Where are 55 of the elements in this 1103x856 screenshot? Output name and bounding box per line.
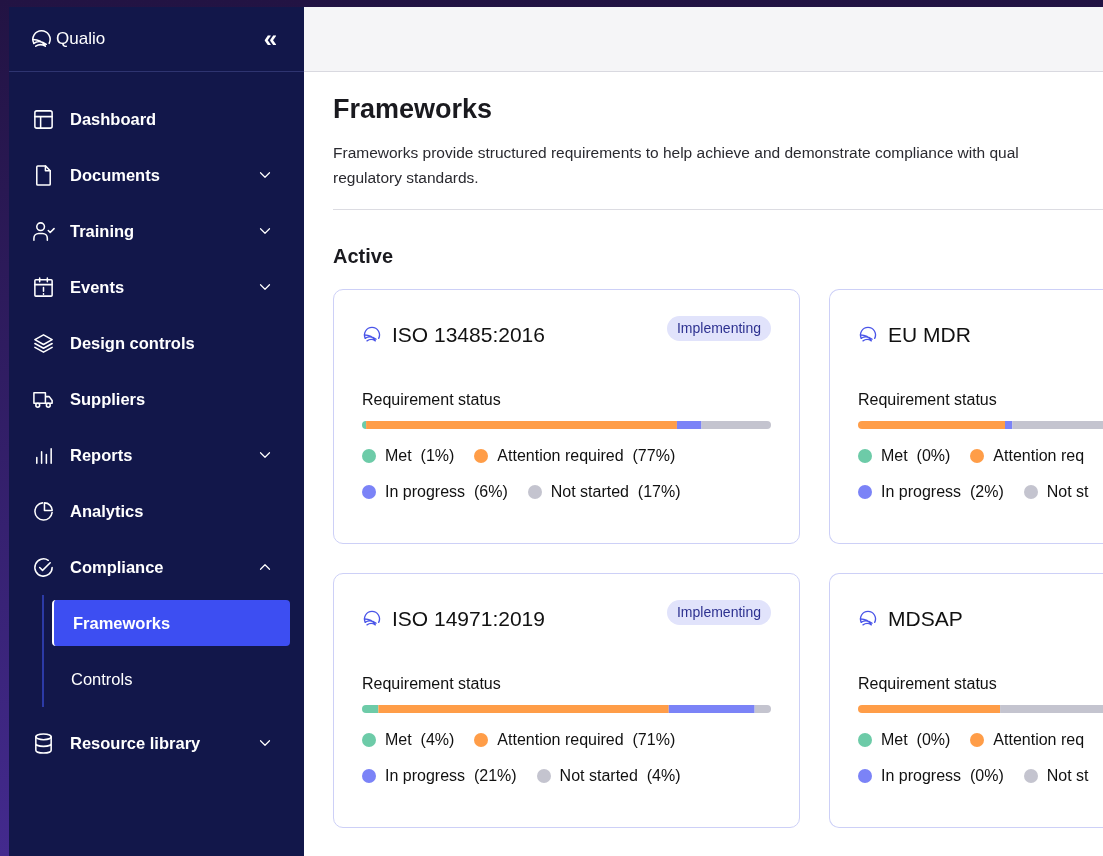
- legend-label: Not started (4%): [559, 765, 681, 786]
- brand-name: Qualio: [56, 28, 106, 51]
- legend-label: Met (1%): [385, 445, 455, 466]
- legend-label: In progress (21%): [385, 765, 517, 786]
- legend-label: In progress (6%): [385, 481, 508, 502]
- nav-item[interactable]: Documents: [9, 147, 304, 203]
- status-label: Requirement status: [858, 389, 997, 410]
- database-icon: [32, 731, 55, 755]
- status-label: Requirement status: [362, 673, 501, 694]
- card-title: EU MDR: [888, 321, 971, 348]
- legend-label: Not started (17%): [550, 481, 681, 502]
- legend-label: Not st: [1046, 765, 1089, 786]
- person-check-icon: [32, 219, 55, 243]
- framework-card[interactable]: EU MDR Requirement status Met (0%) Attention req In progress (2%) Not st: [829, 288, 1103, 544]
- legend-label: Met (4%): [385, 729, 455, 750]
- legend-label: Not st: [1046, 481, 1089, 502]
- card-title: ISO 13485:2016: [392, 321, 545, 348]
- nav-item[interactable]: Design controls: [9, 315, 304, 371]
- nav-item[interactable]: Events: [9, 259, 304, 315]
- description-text: Frameworks provide structured requirements to help achieve and demonstrate compliance with qual: [333, 142, 1020, 163]
- section-heading: Active: [333, 243, 395, 269]
- status-badge: Implementing: [666, 599, 771, 625]
- legend-label: Met (0%): [881, 445, 951, 466]
- legend-label: In progress (2%): [881, 481, 1004, 502]
- status-label: Requirement status: [858, 673, 997, 694]
- calendar-icon: [32, 275, 55, 299]
- collapse-button[interactable]: «: [263, 27, 277, 51]
- legend-label: Attention req: [993, 729, 1085, 750]
- framework-card[interactable]: ISO 13485:2016 Implementing Requirement status Met (1%) Attention required (77%) In progress (6%) Not started (17%): [333, 288, 800, 544]
- legend-label: Attention required (71%): [497, 729, 676, 750]
- card-title: MDSAP: [888, 605, 963, 632]
- nav-item[interactable]: Resource library: [9, 715, 304, 771]
- nav-item[interactable]: Analytics: [9, 483, 304, 539]
- legend-label: Met (0%): [881, 729, 951, 750]
- legend-label: Attention required (77%): [497, 445, 676, 466]
- nav-item[interactable]: Reports: [9, 427, 304, 483]
- legend-label: Attention req: [993, 445, 1085, 466]
- card-title: ISO 14971:2019: [392, 605, 545, 632]
- description-text: regulatory standards.: [333, 167, 480, 188]
- check-circle-icon: [32, 555, 55, 579]
- framework-card[interactable]: MDSAP Requirement status Met (0%) Attention req In progress (0%) Not st: [829, 572, 1103, 828]
- nav-item[interactable]: Compliance: [9, 539, 304, 595]
- nav-item[interactable]: Suppliers: [9, 371, 304, 427]
- nav-subitem[interactable]: Frameworks: [52, 600, 290, 646]
- page-title: Frameworks: [333, 93, 494, 126]
- nav-subitem[interactable]: Controls: [52, 656, 290, 702]
- nav-item[interactable]: Dashboard: [9, 91, 304, 147]
- framework-card[interactable]: ISO 14971:2019 Implementing Requirement status Met (4%) Attention required (71%) In progress (21%) Not started (4%): [333, 572, 800, 828]
- status-badge: Implementing: [666, 315, 771, 341]
- pie-chart-icon: [32, 499, 55, 523]
- legend-label: In progress (0%): [881, 765, 1004, 786]
- layout-icon: [32, 107, 55, 131]
- status-label: Requirement status: [362, 389, 501, 410]
- layers-icon: [32, 331, 55, 355]
- nav-item[interactable]: Training: [9, 203, 304, 259]
